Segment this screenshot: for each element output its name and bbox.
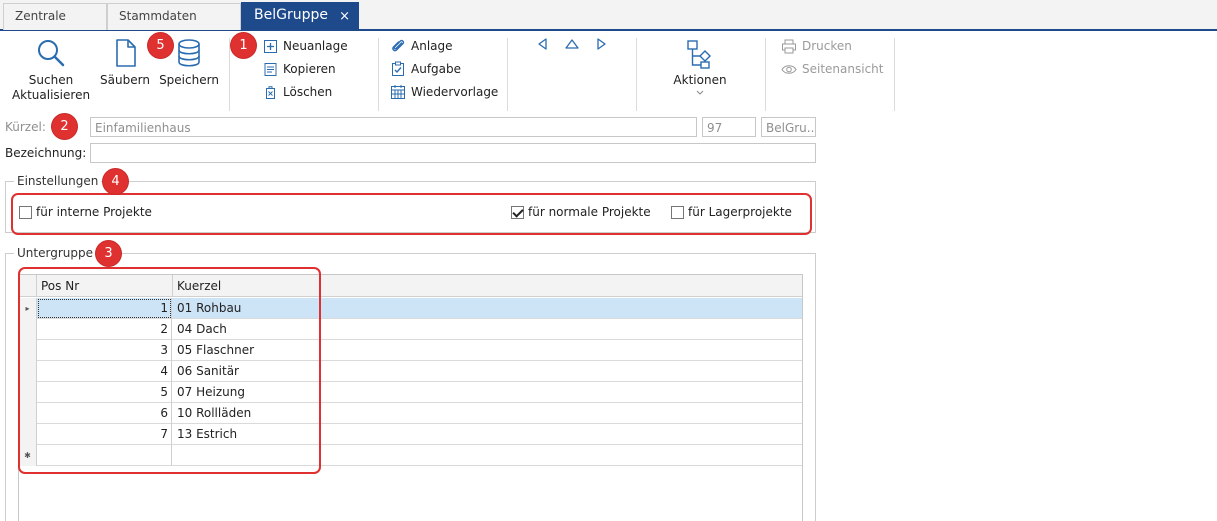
ribbon-separator — [894, 38, 895, 111]
callout-badge-3: 3 — [96, 241, 121, 266]
delete-button[interactable]: Löschen — [263, 82, 332, 102]
chevron-down-icon — [696, 90, 704, 95]
ribbon-separator — [636, 38, 637, 111]
clipboard-check-icon — [392, 61, 404, 76]
search-label-line2: Aktualisieren — [11, 88, 91, 102]
previous-record-button[interactable] — [536, 37, 550, 54]
copy-button[interactable]: Kopieren — [263, 59, 336, 79]
print-button[interactable]: Drucken — [781, 36, 852, 56]
add-icon — [264, 39, 277, 53]
subgroup-group-title: Untergruppe — [14, 246, 96, 260]
page-view-label: Seitenansicht — [802, 62, 884, 76]
normal-projects-label: für normale Projekte — [528, 205, 651, 219]
ribbon-separator — [765, 38, 766, 111]
save-label: Speichern — [159, 73, 219, 87]
copy-icon — [264, 62, 277, 76]
tab-label: Stammdaten — [119, 9, 197, 23]
internal-projects-checkbox[interactable]: für interne Projekte — [19, 203, 509, 221]
delete-icon — [266, 85, 275, 99]
tab-bar: Zentrale Stammdaten BelGruppe × — [0, 0, 1217, 31]
callout-badge-5: 5 — [148, 33, 173, 58]
new-document-icon — [116, 39, 136, 67]
clear-button[interactable]: Säubern — [96, 37, 154, 88]
settings-group-title: Einstellungen — [14, 174, 102, 188]
search-refresh-button[interactable]: Suchen Aktualisieren — [10, 37, 92, 103]
callout-badge-2: 2 — [52, 114, 77, 139]
first-record-button[interactable] — [564, 37, 580, 54]
search-icon — [38, 40, 65, 67]
task-button[interactable]: Aufgabe — [390, 59, 461, 79]
ribbon-separator — [229, 38, 230, 111]
internal-projects-label: für interne Projekte — [36, 205, 152, 219]
triangle-up-icon — [565, 39, 579, 49]
number-field[interactable]: 97 — [702, 117, 756, 137]
search-label-line1: Suchen — [28, 73, 74, 87]
printer-icon — [782, 39, 796, 53]
tab-belgruppe[interactable]: BelGruppe × — [241, 2, 359, 31]
short-name-field[interactable]: BelGru... — [761, 117, 816, 137]
kuerzel-field[interactable]: Einfamilienhaus — [90, 117, 697, 137]
callout-badge-4: 4 — [103, 169, 128, 194]
new-label: Neuanlage — [283, 39, 348, 53]
copy-label: Kopieren — [283, 62, 336, 76]
normal-projects-checkbox[interactable]: für normale Projekte — [511, 203, 664, 221]
ribbon-toolbar: Suchen Aktualisieren Säubern Speichern N… — [0, 31, 1217, 113]
kuerzel-label: Kürzel: — [5, 120, 46, 134]
calendar-icon — [391, 85, 405, 99]
delete-label: Löschen — [283, 85, 333, 99]
close-icon[interactable]: × — [339, 9, 350, 24]
ribbon-separator — [507, 38, 508, 111]
attachment-label: Anlage — [411, 39, 453, 53]
triangle-left-icon — [538, 38, 547, 50]
actions-label: Aktionen — [673, 73, 727, 87]
clear-label: Säubern — [100, 73, 150, 87]
next-record-button[interactable] — [594, 37, 608, 54]
attachment-button[interactable]: Anlage — [390, 36, 453, 56]
callout-badge-1: 1 — [231, 33, 256, 58]
grid-highlight-frame — [18, 267, 321, 474]
checkbox-box — [511, 205, 524, 219]
tab-label: BelGruppe — [254, 7, 328, 23]
storage-projects-label: für Lagerprojekte — [688, 205, 792, 219]
task-label: Aufgabe — [411, 62, 462, 76]
eye-icon — [781, 64, 797, 74]
paperclip-icon — [392, 39, 405, 52]
tab-stammdaten[interactable]: Stammdaten — [107, 3, 241, 30]
actions-dropdown[interactable]: Aktionen — [668, 39, 732, 100]
tab-zentrale[interactable]: Zentrale — [3, 3, 107, 30]
storage-projects-checkbox[interactable]: für Lagerprojekte — [671, 203, 797, 221]
print-label: Drucken — [802, 39, 852, 53]
bezeichnung-label: Bezeichnung: — [5, 146, 87, 160]
checkbox-box — [19, 205, 32, 219]
resubmission-label: Wiedervorlage — [411, 85, 499, 99]
page-view-button[interactable]: Seitenansicht — [781, 59, 883, 79]
flowchart-icon — [687, 40, 711, 69]
checkbox-box — [671, 205, 684, 219]
ribbon-separator — [378, 38, 379, 111]
database-icon — [178, 39, 200, 67]
resubmission-button[interactable]: Wiedervorlage — [390, 82, 498, 102]
tab-label: Zentrale — [15, 9, 66, 23]
new-button[interactable]: Neuanlage — [263, 36, 348, 56]
bezeichnung-field[interactable] — [90, 143, 816, 163]
triangle-right-icon — [597, 38, 606, 50]
